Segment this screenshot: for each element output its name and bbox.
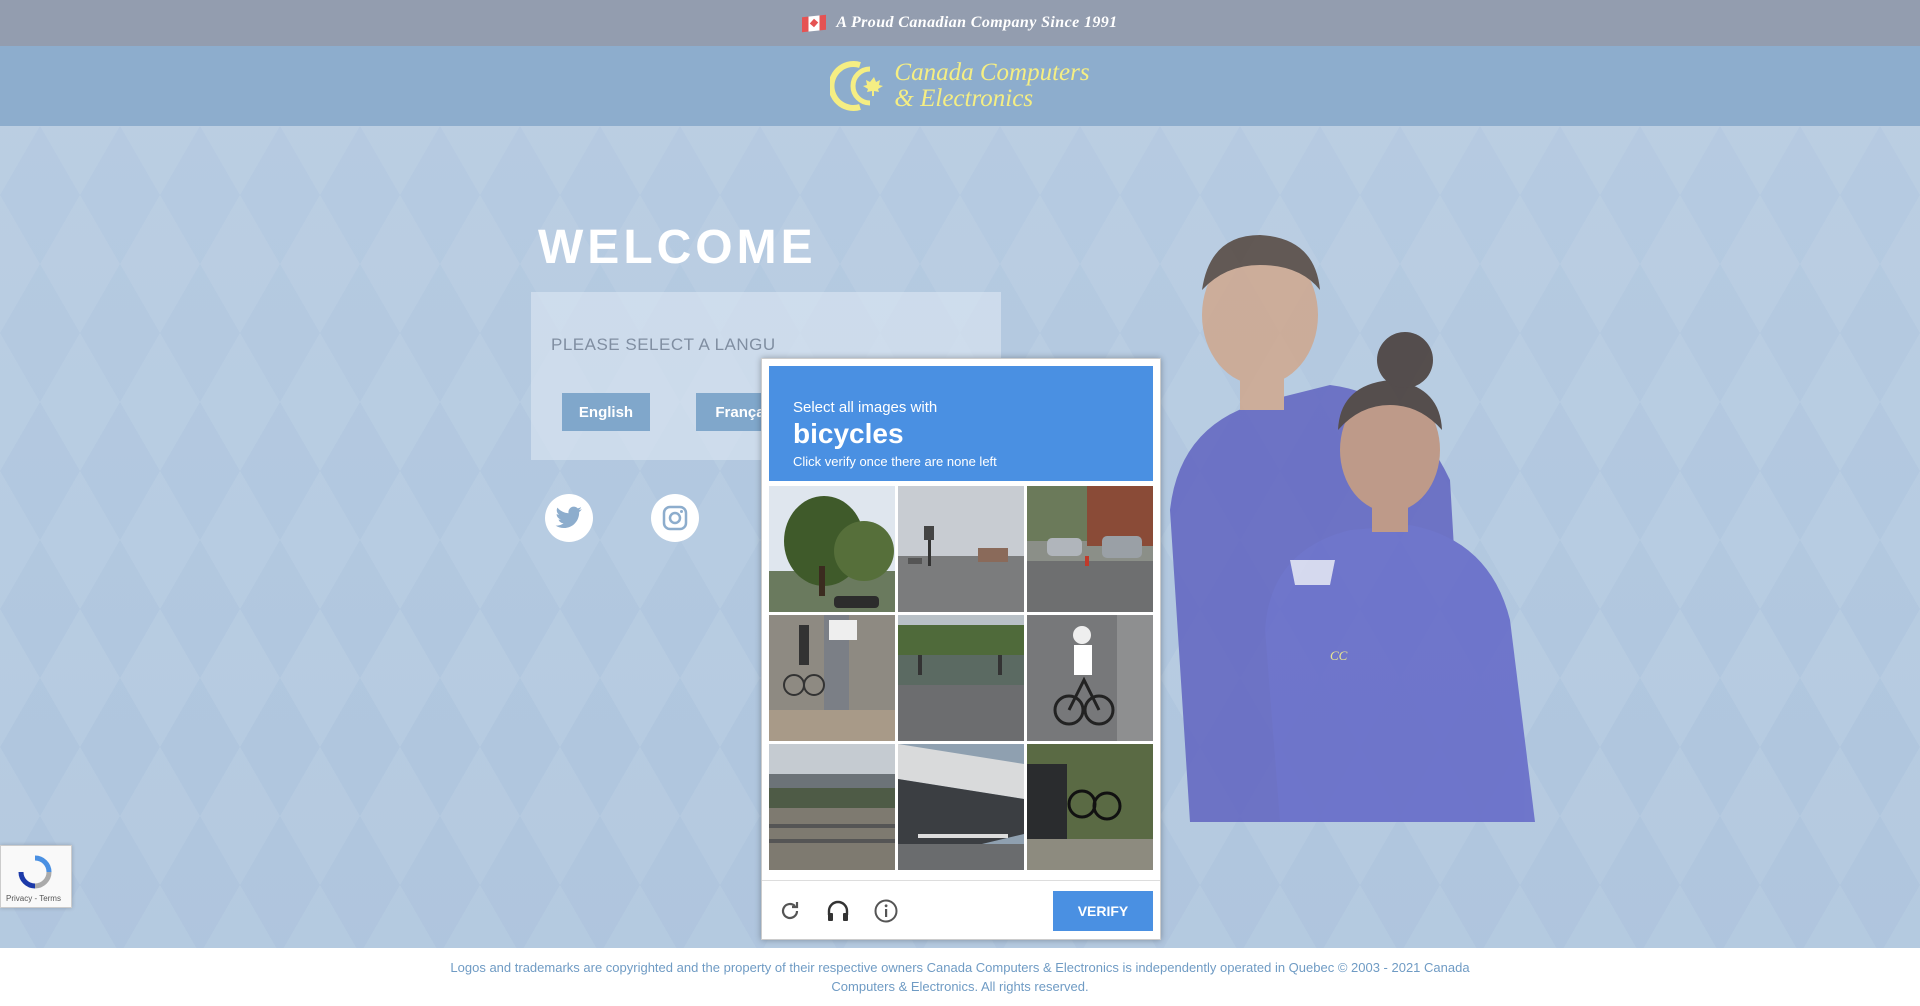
audio-challenge-button[interactable] bbox=[824, 897, 852, 925]
image-tile[interactable] bbox=[1027, 615, 1153, 741]
image-tile[interactable] bbox=[769, 615, 895, 741]
info-icon bbox=[874, 899, 898, 923]
footer-copyright: Logos and trademarks are copyrighted and… bbox=[450, 960, 1470, 994]
site-footer: Logos and trademarks are copyrighted and… bbox=[0, 948, 1920, 1006]
challenge-object: bicycles bbox=[793, 418, 904, 449]
reload-challenge-button[interactable] bbox=[776, 897, 804, 925]
image-tile[interactable] bbox=[898, 486, 1024, 612]
verify-button[interactable]: VERIFY bbox=[1053, 891, 1153, 931]
challenge-instruction: Select all images with bbox=[793, 399, 938, 416]
image-tile[interactable] bbox=[769, 486, 895, 612]
image-tile[interactable] bbox=[1027, 744, 1153, 870]
challenge-footer: VERIFY bbox=[762, 880, 1160, 940]
recaptcha-badge[interactable]: Privacy - Terms bbox=[0, 845, 72, 908]
reload-icon bbox=[781, 902, 799, 920]
image-tile[interactable] bbox=[769, 744, 895, 870]
image-tile[interactable] bbox=[898, 615, 1024, 741]
challenge-header: Select all images with bicycles Click ve… bbox=[769, 366, 1153, 481]
recaptcha-icon bbox=[18, 855, 52, 889]
privacy-terms-link[interactable]: Privacy - Terms bbox=[6, 894, 61, 903]
image-tile[interactable] bbox=[1027, 486, 1153, 612]
challenge-hint: Click verify once there are none left bbox=[793, 454, 997, 469]
image-tile[interactable] bbox=[898, 744, 1024, 870]
headphones-icon bbox=[827, 900, 849, 921]
recaptcha-challenge: Select all images with bicycles Click ve… bbox=[761, 358, 1161, 940]
info-button[interactable] bbox=[872, 897, 900, 925]
image-tile-grid bbox=[769, 486, 1153, 870]
